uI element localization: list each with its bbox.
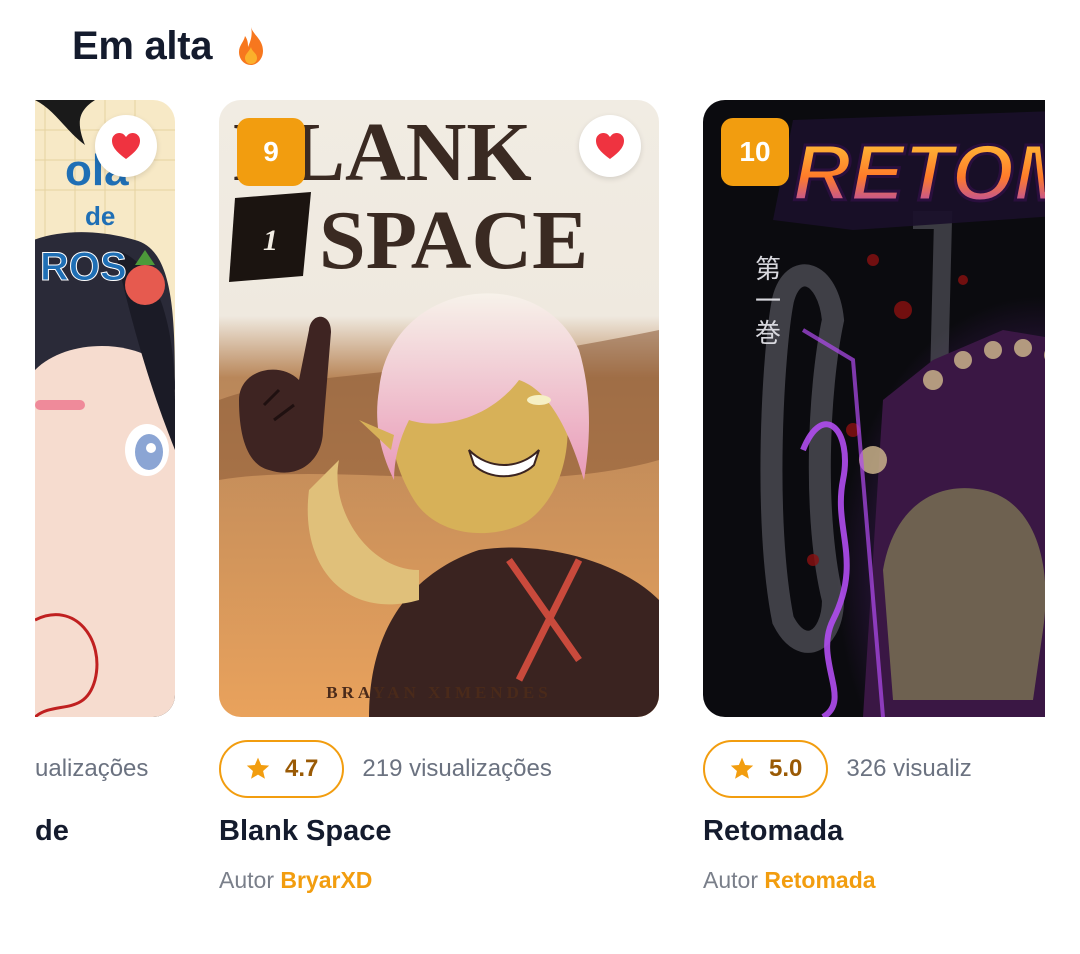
rating-pill: 4.7 <box>219 740 345 798</box>
section-header: Em alta <box>72 18 268 74</box>
author-line: Autor Retomada <box>703 867 1045 894</box>
card-stats: 5.0 326 visualiz <box>703 739 1045 799</box>
cover-title-text: SPACE <box>319 194 588 287</box>
cover-title-text: RETOMADA <box>793 128 1045 217</box>
manga-card[interactable]: RETOMADA 第 一 巻 10 5.0 326 visualiz Retom… <box>703 100 1045 894</box>
heart-icon <box>112 133 140 159</box>
cover-title-text: ROS <box>40 245 127 289</box>
favorite-button[interactable] <box>579 115 641 177</box>
manga-title[interactable]: Blank Space <box>219 815 659 855</box>
author-link[interactable]: BryarXD <box>280 867 372 893</box>
rating-value: 5.0 <box>769 755 803 782</box>
favorite-button[interactable] <box>95 115 157 177</box>
cover-art: ola de ROS <box>35 100 175 717</box>
star-icon <box>246 757 270 779</box>
heart-icon <box>596 133 624 159</box>
manga-cover[interactable]: ola de ROS <box>35 100 175 717</box>
fire-icon <box>234 26 268 66</box>
cover-kanji: 第 <box>755 255 781 285</box>
rating-value: 4.7 <box>285 755 319 782</box>
star-icon <box>730 757 754 779</box>
views-count: 326 visualiz <box>846 755 972 782</box>
views-count: 219 visualizações <box>362 755 552 782</box>
manga-cover[interactable]: BLANK SPACE 1 BRAYAN XIMENDES 9 <box>219 100 659 717</box>
card-stats: ualizações <box>35 739 175 799</box>
cover-kanji: 一 <box>755 287 781 317</box>
cover-author-text: BRAYAN XIMENDES <box>326 683 551 702</box>
manga-cover[interactable]: RETOMADA 第 一 巻 10 <box>703 100 1045 717</box>
manga-card[interactable]: BLANK SPACE 1 BRAYAN XIMENDES 9 4.7 219 … <box>219 100 659 894</box>
author-link[interactable]: Retomada <box>764 867 875 893</box>
cover-title-text: 1 <box>263 224 278 257</box>
card-stats: 4.7 219 visualizações <box>219 739 659 799</box>
trending-carousel[interactable]: ola de ROS ualizações de BLANK SPACE 1 B… <box>35 100 1045 920</box>
cover-title-text: de <box>85 201 115 231</box>
author-prefix: Autor <box>219 867 274 893</box>
manga-card[interactable]: ola de ROS ualizações de <box>35 100 175 894</box>
cover-kanji: 巻 <box>755 319 781 349</box>
manga-title[interactable]: de <box>35 815 175 855</box>
views-count: ualizações <box>35 755 149 782</box>
rank-badge: 10 <box>721 118 789 186</box>
manga-title[interactable]: Retomada <box>703 815 1045 855</box>
section-title: Em alta <box>72 23 213 68</box>
rank-badge: 9 <box>237 118 305 186</box>
cover-art: RETOMADA 第 一 巻 <box>703 100 1045 717</box>
cover-art: BLANK SPACE 1 BRAYAN XIMENDES <box>219 100 659 717</box>
author-prefix: Autor <box>703 867 758 893</box>
rating-pill: 5.0 <box>703 740 829 798</box>
author-line: Autor BryarXD <box>219 867 659 894</box>
